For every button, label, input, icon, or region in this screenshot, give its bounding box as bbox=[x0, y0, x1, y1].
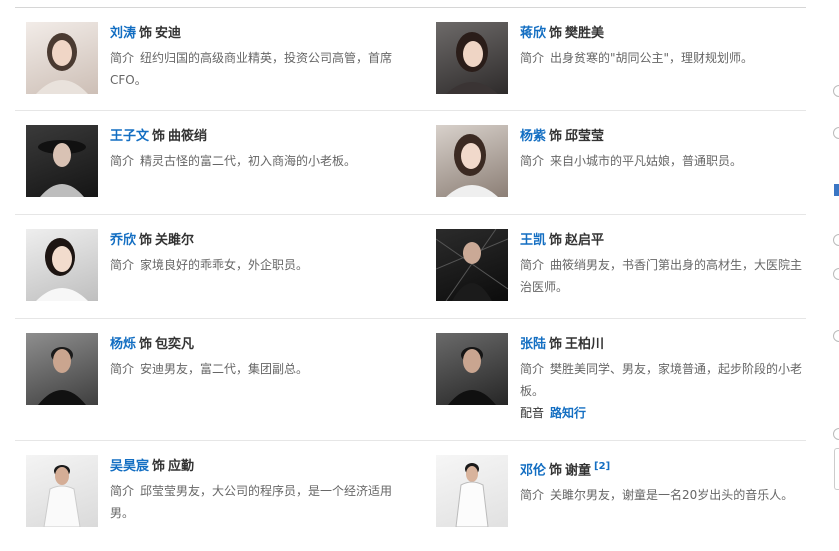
cast-row: 吴昊宸饰应勤 简介 邱莹莹男友，大公司的程序员，是一个经济适用男。 邓伦饰谢童 [2… bbox=[15, 441, 806, 551]
sidebar-fragment bbox=[833, 330, 839, 342]
intro-text: 安迪男友，富二代，集团副总。 bbox=[140, 362, 309, 376]
cast-intro: 简介 安迪男友，富二代，集团副总。 bbox=[110, 358, 400, 380]
cast-intro: 简介 樊胜美同学、男友，家境普通，起步阶段的小老板。 bbox=[520, 358, 810, 402]
sidebar-fragment bbox=[833, 234, 839, 246]
actor-photo[interactable] bbox=[26, 455, 98, 527]
intro-label: 简介 bbox=[520, 362, 545, 376]
actor-photo[interactable] bbox=[436, 333, 508, 405]
cast-name-line: 邓伦饰谢童 [2] bbox=[520, 457, 810, 481]
intro-text: 关雎尔男友，谢童是一名20岁出头的音乐人。 bbox=[550, 488, 794, 503]
role-name: 樊胜美 bbox=[565, 26, 605, 41]
voice-label: 配音 bbox=[520, 406, 545, 420]
role-name: 王柏川 bbox=[565, 337, 605, 352]
actor-name-link[interactable]: 张陆 bbox=[520, 337, 546, 352]
cast-intro: 简介 出身贫寒的"胡同公主"，理财规划师。 bbox=[520, 47, 810, 69]
role-name: 邱莹莹 bbox=[565, 129, 605, 144]
intro-text: 家境良好的乖乖女，外企职员。 bbox=[140, 258, 309, 272]
intro-text: 曲筱绡男友，书香门第出身的高材生，大医院主治医师。 bbox=[520, 258, 803, 294]
cast-intro: 简介 来自小城市的平凡姑娘，普通职员。 bbox=[520, 150, 810, 172]
actor-photo[interactable] bbox=[436, 125, 508, 197]
cast-name-line: 乔欣饰关雎尔 bbox=[110, 231, 400, 251]
voice-actor-link[interactable]: 路知行 bbox=[550, 406, 586, 420]
role-name: 赵启平 bbox=[565, 233, 605, 248]
actor-photo[interactable] bbox=[26, 333, 98, 405]
actor-name-link[interactable]: 刘涛 bbox=[110, 26, 136, 41]
role-name: 谢童 bbox=[565, 463, 592, 479]
cast-name-line: 张陆饰王柏川 bbox=[520, 335, 810, 355]
sidebar-fragment bbox=[834, 184, 839, 196]
sidebar-fragment bbox=[833, 85, 839, 97]
intro-text: 邱莹莹男友，大公司的程序员，是一个经济适用男。 bbox=[110, 484, 393, 520]
cast-name-line: 吴昊宸饰应勤 bbox=[110, 457, 400, 477]
role-name: 包奕凡 bbox=[155, 337, 195, 352]
role-name: 曲筱绡 bbox=[168, 129, 208, 144]
actor-name-link[interactable]: 王凯 bbox=[520, 233, 546, 248]
as-label: 饰 bbox=[549, 337, 563, 352]
sidebar-fragment bbox=[833, 268, 839, 280]
intro-text: 出身贫寒的"胡同公主"，理财规划师。 bbox=[550, 51, 754, 65]
intro-text: 樊胜美同学、男友，家境普通，起步阶段的小老板。 bbox=[520, 362, 803, 398]
as-label: 饰 bbox=[139, 26, 153, 41]
actor-photo[interactable] bbox=[26, 22, 98, 94]
role-name: 关雎尔 bbox=[155, 233, 195, 248]
cast-row: 王子文饰曲筱绡 简介 精灵古怪的富二代，初入商海的小老板。 杨紫饰邱莹莹 简介 来自… bbox=[15, 111, 806, 215]
actor-photo[interactable] bbox=[436, 22, 508, 94]
as-label: 饰 bbox=[549, 463, 563, 479]
intro-label: 简介 bbox=[520, 51, 545, 65]
actor-photo[interactable] bbox=[436, 455, 508, 527]
cast-name-line: 杨烁饰包奕凡 bbox=[110, 335, 400, 355]
intro-label: 简介 bbox=[110, 154, 135, 168]
intro-label: 简介 bbox=[110, 258, 135, 272]
actor-name-link[interactable]: 杨烁 bbox=[110, 337, 136, 352]
citation-link[interactable]: [2] bbox=[594, 461, 610, 472]
as-label: 饰 bbox=[139, 233, 153, 248]
cast-name-line: 王凯饰赵启平 bbox=[520, 231, 810, 251]
actor-name-link[interactable]: 邓伦 bbox=[520, 463, 546, 478]
cast-intro: 简介 家境良好的乖乖女，外企职员。 bbox=[110, 254, 400, 276]
intro-label: 简介 bbox=[110, 51, 135, 65]
intro-label: 简介 bbox=[110, 362, 135, 376]
as-label: 饰 bbox=[139, 337, 153, 352]
actor-photo[interactable] bbox=[26, 229, 98, 301]
intro-label: 简介 bbox=[110, 484, 135, 498]
intro-text: 精灵古怪的富二代，初入商海的小老板。 bbox=[140, 154, 357, 168]
sidebar-fragment bbox=[833, 428, 839, 440]
cast-name-line: 刘涛饰安迪 bbox=[110, 24, 400, 44]
role-name: 安迪 bbox=[155, 26, 182, 41]
voice-line: 配音 路知行 bbox=[520, 402, 810, 424]
intro-label: 简介 bbox=[520, 258, 545, 272]
actor-name-link[interactable]: 吴昊宸 bbox=[110, 459, 149, 474]
actor-name-link[interactable]: 杨紫 bbox=[520, 129, 546, 144]
sidebar-fragment bbox=[834, 448, 839, 490]
actor-name-link[interactable]: 王子文 bbox=[110, 129, 149, 144]
intro-text: 来自小城市的平凡姑娘，普通职员。 bbox=[550, 154, 743, 168]
cast-intro: 简介 邱莹莹男友，大公司的程序员，是一个经济适用男。 bbox=[110, 480, 400, 524]
as-label: 饰 bbox=[549, 129, 563, 144]
as-label: 饰 bbox=[152, 459, 166, 474]
cast-intro: 简介 曲筱绡男友，书香门第出身的高材生，大医院主治医师。 bbox=[520, 254, 810, 298]
as-label: 饰 bbox=[549, 26, 563, 41]
cast-name-line: 王子文饰曲筱绡 bbox=[110, 127, 400, 147]
cast-row: 杨烁饰包奕凡 简介 安迪男友，富二代，集团副总。 张陆饰王柏川 简介 樊胜美同学、男… bbox=[15, 319, 806, 441]
intro-label: 简介 bbox=[520, 488, 545, 503]
actor-name-link[interactable]: 蒋欣 bbox=[520, 26, 546, 41]
as-label: 饰 bbox=[152, 129, 166, 144]
cast-intro: 简介 关雎尔男友，谢童是一名20岁出头的音乐人。 bbox=[520, 484, 810, 506]
actor-photo[interactable] bbox=[436, 229, 508, 301]
cast-name-line: 蒋欣饰樊胜美 bbox=[520, 24, 810, 44]
role-name: 应勤 bbox=[168, 459, 195, 474]
sidebar-fragment bbox=[833, 127, 839, 139]
cast-row: 乔欣饰关雎尔 简介 家境良好的乖乖女，外企职员。 王凯饰赵启平 简介 曲筱绡男友，书… bbox=[15, 215, 806, 319]
intro-label: 简介 bbox=[520, 154, 545, 168]
cast-row: 刘涛饰安迪 简介 纽约归国的高级商业精英，投资公司高管，首席CFO。 蒋欣饰樊胜美… bbox=[15, 8, 806, 111]
cast-intro: 简介 纽约归国的高级商业精英，投资公司高管，首席CFO。 bbox=[110, 47, 400, 91]
actor-photo[interactable] bbox=[26, 125, 98, 197]
actor-name-link[interactable]: 乔欣 bbox=[110, 233, 136, 248]
intro-text: 纽约归国的高级商业精英，投资公司高管，首席CFO。 bbox=[110, 51, 393, 87]
as-label: 饰 bbox=[549, 233, 563, 248]
cast-name-line: 杨紫饰邱莹莹 bbox=[520, 127, 810, 147]
cast-list: 刘涛饰安迪 简介 纽约归国的高级商业精英，投资公司高管，首席CFO。 蒋欣饰樊胜美… bbox=[15, 8, 806, 551]
cast-intro: 简介 精灵古怪的富二代，初入商海的小老板。 bbox=[110, 150, 400, 172]
